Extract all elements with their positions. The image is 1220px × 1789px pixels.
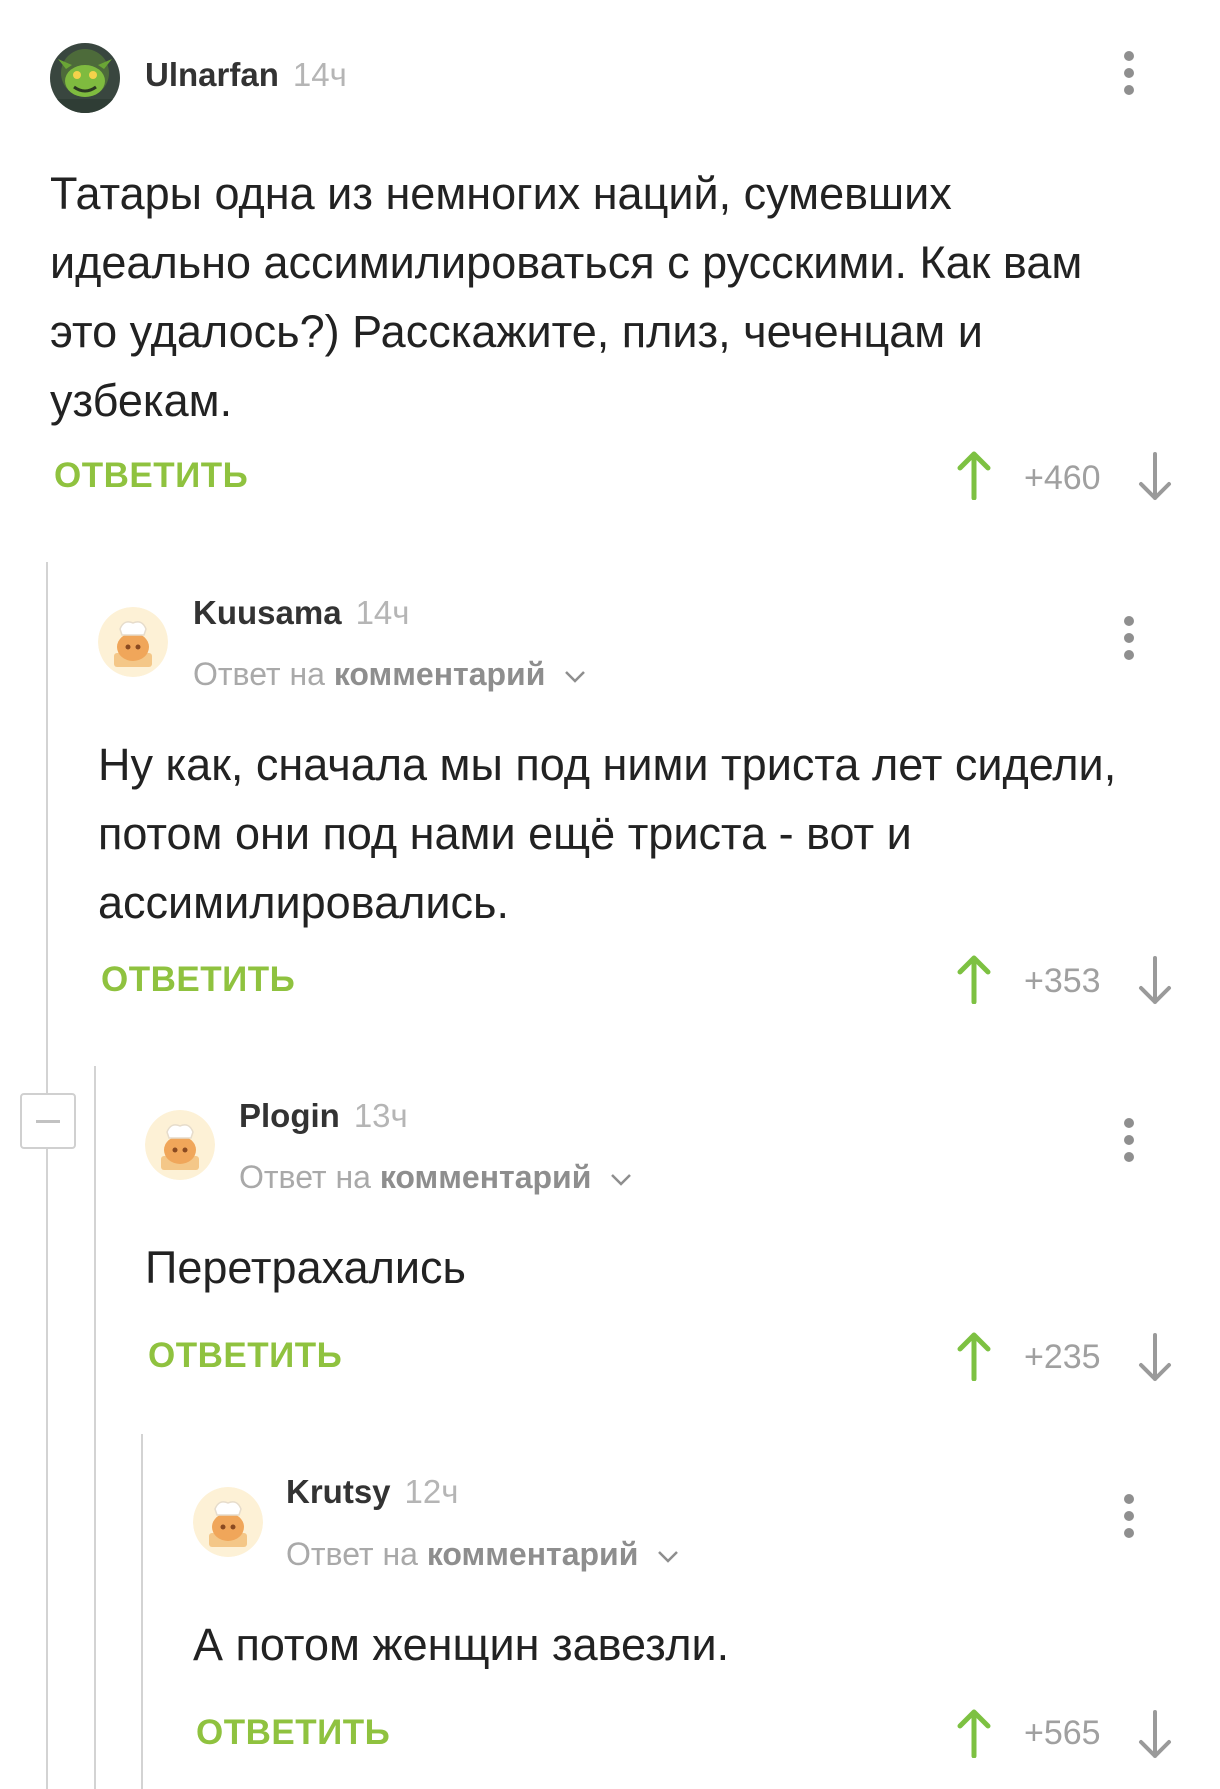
avatar[interactable] — [50, 43, 120, 113]
downvote-arrow-icon[interactable] — [1137, 1710, 1173, 1760]
kebab-menu-icon[interactable] — [1122, 616, 1136, 660]
default-avatar-icon — [145, 1110, 215, 1180]
reply-button[interactable]: ОТВЕТИТЬ — [101, 960, 295, 1000]
comment-text: Ну как, сначала мы под ними триста лет с… — [98, 739, 1117, 928]
chevron-down-icon[interactable] — [610, 1173, 632, 1187]
comment-time: 14ч — [355, 594, 410, 631]
reply-info: Ответ на комментарий — [286, 1536, 679, 1573]
author-line: Ulnarfan 14ч — [145, 56, 347, 94]
upvote-arrow-icon[interactable] — [956, 1331, 992, 1382]
thread-line-level-3 — [141, 1434, 143, 1789]
comment-text: Перетрахались — [145, 1242, 466, 1293]
reply-prefix: Ответ на — [286, 1536, 418, 1572]
collapse-minus-icon — [36, 1120, 60, 1123]
author-line: Kuusama 14ч — [193, 594, 409, 632]
reply-button[interactable]: ОТВЕТИТЬ — [54, 456, 248, 496]
downvote-arrow-icon[interactable] — [1137, 1333, 1173, 1383]
author-line: Plogin 13ч — [239, 1097, 408, 1135]
upvote-arrow-icon[interactable] — [956, 1708, 992, 1759]
comment-text: А потом женщин завезли. — [193, 1619, 730, 1670]
reply-target-link[interactable]: комментарий — [380, 1159, 592, 1195]
comment-score: +235 — [1024, 1338, 1101, 1376]
kebab-menu-icon[interactable] — [1122, 51, 1136, 95]
author-name[interactable]: Plogin — [239, 1097, 340, 1134]
chevron-down-icon[interactable] — [657, 1550, 679, 1564]
upvote-arrow-icon[interactable] — [956, 954, 992, 1005]
default-avatar-icon — [193, 1487, 263, 1557]
downvote-arrow-icon[interactable] — [1137, 956, 1173, 1006]
author-line: Krutsy 12ч — [286, 1473, 458, 1511]
author-name[interactable]: Krutsy — [286, 1473, 391, 1510]
author-name[interactable]: Ulnarfan — [145, 56, 279, 93]
default-avatar-icon — [98, 607, 168, 677]
reply-prefix: Ответ на — [193, 656, 325, 692]
collapse-thread-button[interactable] — [20, 1093, 76, 1149]
downvote-arrow-icon[interactable] — [1137, 452, 1173, 502]
thread-line-level-1 — [46, 562, 48, 1789]
reply-target-link[interactable]: комментарий — [427, 1536, 639, 1572]
reply-info: Ответ на комментарий — [239, 1159, 632, 1196]
comment-time: 12ч — [404, 1473, 459, 1510]
comment-score: +565 — [1024, 1714, 1101, 1752]
reply-button[interactable]: ОТВЕТИТЬ — [148, 1336, 342, 1376]
upvote-arrow-icon[interactable] — [956, 450, 992, 501]
comment-text: Татары одна из немногих наций, сумевших … — [50, 168, 1083, 426]
thread-line-level-2 — [94, 1066, 96, 1789]
comment-time: 13ч — [353, 1097, 408, 1134]
kebab-menu-icon[interactable] — [1122, 1118, 1136, 1162]
comment-time: 14ч — [292, 56, 347, 93]
kebab-menu-icon[interactable] — [1122, 1494, 1136, 1538]
reply-info: Ответ на комментарий — [193, 656, 586, 693]
reply-button[interactable]: ОТВЕТИТЬ — [196, 1713, 390, 1753]
reply-prefix: Ответ на — [239, 1159, 371, 1195]
author-name[interactable]: Kuusama — [193, 594, 342, 631]
goblin-avatar-icon — [50, 43, 120, 113]
comment-score: +353 — [1024, 962, 1101, 1000]
chevron-down-icon[interactable] — [564, 670, 586, 684]
avatar[interactable] — [193, 1487, 263, 1557]
avatar[interactable] — [98, 607, 168, 677]
avatar[interactable] — [145, 1110, 215, 1180]
reply-target-link[interactable]: комментарий — [334, 656, 546, 692]
comment-score: +460 — [1024, 459, 1101, 497]
